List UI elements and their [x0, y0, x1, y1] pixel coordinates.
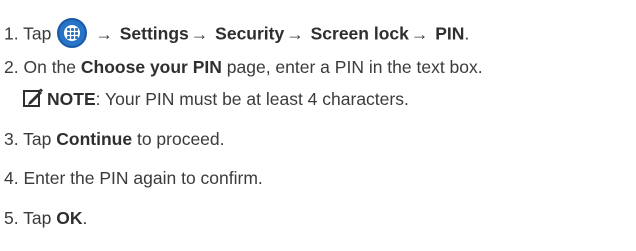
step-2: 2. On the Choose your PIN page, enter a …: [4, 56, 483, 78]
step-number: 5.: [4, 208, 19, 228]
step-1: 1. Tap → Settings → Security → Screen lock…: [4, 18, 470, 50]
note-text: : Your PIN must be at least 4 characters…: [95, 89, 409, 109]
arrow: →: [410, 23, 429, 44]
step-number: 1.: [4, 23, 19, 44]
step-4: 4. Enter the PIN again to confirm.: [4, 167, 263, 189]
step-text: On the: [23, 57, 77, 77]
step-number: 4.: [4, 168, 19, 188]
arrow: →: [95, 23, 113, 44]
step-text: page, enter a PIN in the text box.: [226, 57, 483, 77]
step-3: 3. Tap Continue to proceed.: [4, 128, 225, 150]
period: .: [82, 208, 88, 228]
path-settings: Settings: [119, 23, 189, 44]
step-text: Tap: [23, 23, 52, 44]
path-security: Security: [215, 23, 285, 44]
path-screen-lock: Screen lock: [310, 23, 409, 44]
step-number: 2.: [4, 57, 19, 77]
page-name: Choose your PIN: [80, 57, 222, 77]
step-text: Enter the PIN again to confirm.: [23, 168, 263, 188]
step-text: Tap: [23, 208, 52, 228]
step-text: to proceed.: [136, 129, 225, 149]
period: .: [464, 23, 470, 44]
note-label: NOTE: [47, 89, 96, 109]
apps-grid-icon: [57, 18, 88, 48]
note-pencil-icon: [23, 88, 43, 108]
step-number: 3.: [4, 129, 19, 149]
note: NOTE: Your PIN must be at least 4 charac…: [23, 88, 409, 110]
ok-label: OK: [56, 208, 83, 228]
path-pin: PIN: [435, 23, 465, 44]
step-5: 5. Tap OK.: [4, 207, 87, 229]
step-text: Tap: [23, 129, 52, 149]
arrow: →: [286, 23, 304, 44]
arrow: →: [190, 23, 209, 44]
continue-label: Continue: [56, 129, 133, 149]
